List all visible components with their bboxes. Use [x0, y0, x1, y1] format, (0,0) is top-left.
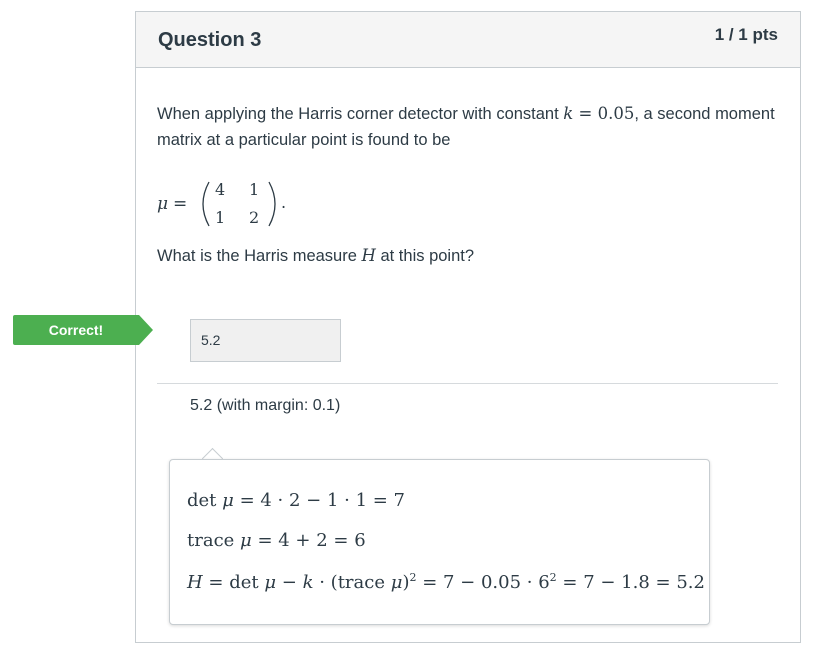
trace-operator: trace [187, 530, 241, 551]
explanation-box: det μ = 4 · 2 − 1 · 1 = 7 trace μ = 4 + … [169, 459, 710, 625]
mu-symbol: μ [157, 194, 168, 214]
mu-symbol: μ [240, 530, 252, 551]
mu-symbol: μ [264, 572, 277, 593]
question-title: Question 3 [158, 29, 262, 51]
matrix-cell: 1 [215, 208, 225, 227]
matrix-period: . [281, 193, 286, 212]
prompt-suffix: at this point? [375, 247, 475, 265]
correct-badge: Correct! [13, 315, 153, 345]
eq-part: = det [202, 572, 265, 593]
det-operator: det [187, 490, 223, 511]
harris-equation: H = det μ − k · (trace μ)2 = 7 − 0.05 · … [187, 571, 705, 593]
k-symbol: k [563, 104, 574, 123]
right-paren [268, 181, 276, 227]
question-prompt: What is the Harris measure H at this poi… [157, 243, 474, 269]
k-value: = 0.05 [573, 104, 635, 123]
exponent: 2 [549, 571, 557, 584]
matrix-cell: 4 [215, 180, 225, 199]
eq-part: · (trace [313, 572, 391, 593]
eq-result: = 7 − 1.8 = 5.2 [556, 572, 705, 593]
eq-part: − [276, 572, 303, 593]
question-points: 1 / 1 pts [714, 25, 778, 44]
question-text: When applying the Harris corner detector… [157, 101, 777, 153]
trace-equation: trace μ = 4 + 2 = 6 [187, 530, 366, 551]
matrix-svg: μ = 4 1 1 2 . [157, 180, 286, 227]
matrix-equation: μ = 4 1 1 2 . [157, 178, 297, 230]
matrix-cell: 2 [249, 208, 259, 227]
correct-answer-text: 5.2 (with margin: 0.1) [190, 397, 341, 414]
left-paren [202, 181, 210, 227]
eq-part: = 7 − 0.05 · 6 [416, 572, 550, 593]
h-symbol: H [187, 572, 203, 593]
h-symbol: H [361, 246, 376, 265]
answer-field: 5.2 [190, 319, 341, 362]
matrix-cell: 1 [249, 180, 259, 199]
det-equation: det μ = 4 · 2 − 1 · 1 = 7 [187, 490, 405, 511]
prompt-prefix: What is the Harris measure [157, 247, 362, 265]
question-text-prefix: When applying the Harris corner detector… [157, 105, 564, 123]
mu-symbol: μ [222, 490, 234, 511]
divider [157, 383, 778, 384]
mu-symbol: μ [390, 572, 403, 593]
det-result: = 4 · 2 − 1 · 1 = 7 [233, 490, 406, 511]
trace-result: = 4 + 2 = 6 [251, 530, 366, 551]
question-header: Question 3 1 / 1 pts [136, 12, 800, 68]
k-symbol: k [302, 572, 314, 593]
equals-sign: = [173, 194, 187, 214]
